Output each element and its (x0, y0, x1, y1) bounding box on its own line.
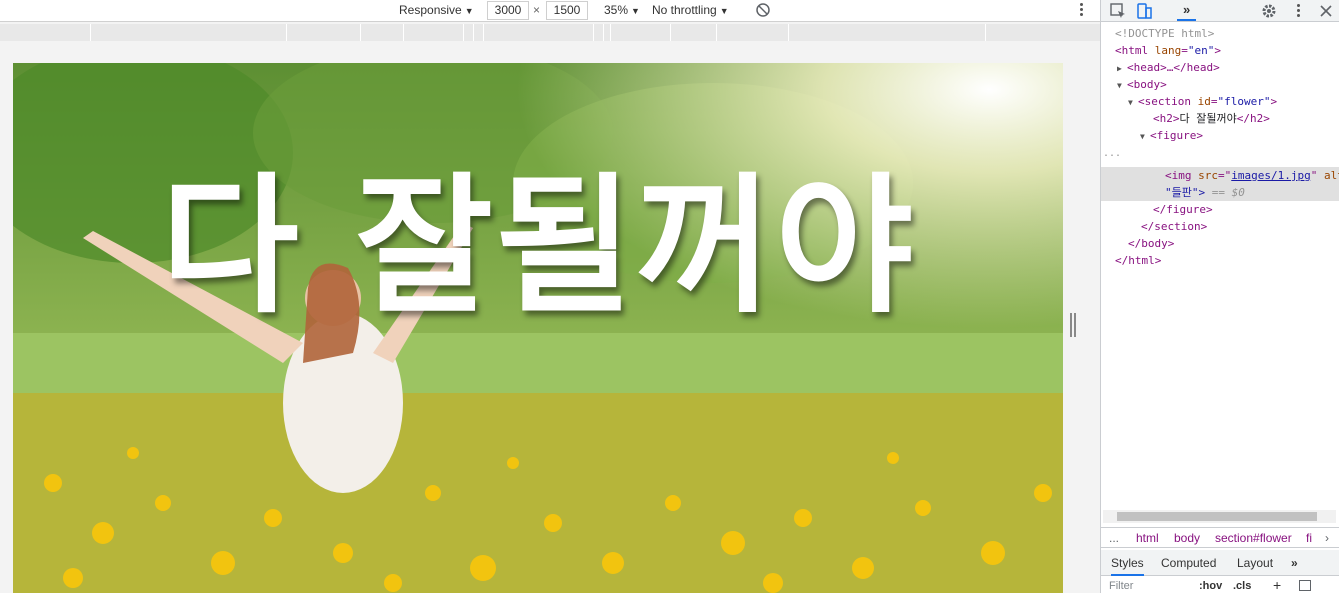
viewport-resize-handle[interactable] (1070, 313, 1076, 337)
body-node[interactable]: ▼ <body> (1117, 76, 1167, 93)
collapse-triangle-icon[interactable]: ▼ (1140, 128, 1150, 145)
add-style-rule-button[interactable]: + (1273, 577, 1281, 593)
html-close-node[interactable]: </html> (1115, 252, 1161, 269)
zoom-label: 35% (604, 3, 629, 17)
h2-open-tag: <h2> (1153, 112, 1180, 125)
media-query-bar[interactable] (0, 24, 1100, 41)
tab-styles[interactable]: Styles (1111, 556, 1144, 576)
img-tag-name: img (1171, 169, 1192, 182)
close-icon[interactable] (1317, 2, 1335, 20)
height-input[interactable]: 1500 (546, 1, 588, 20)
caret-down-icon: ▼ (631, 6, 640, 16)
breadcrumb-figure[interactable]: fi (1306, 531, 1312, 545)
h2-close-tag: </h2> (1236, 112, 1270, 125)
device-select[interactable]: Responsive ▼ (399, 3, 474, 17)
h2-node[interactable]: <h2>다 잘될꺼야</h2> (1153, 110, 1270, 127)
img-node[interactable]: <img src="images/1.jpg" alt (1165, 167, 1339, 184)
img-node-continued[interactable]: "들판"> == $0 (1165, 184, 1245, 201)
caret-down-icon: ▼ (464, 6, 474, 16)
img-src-link[interactable]: images/1.jpg (1231, 169, 1310, 182)
collapse-triangle-icon[interactable]: ▼ (1117, 77, 1127, 94)
device-viewport-area: Responsive ▼ 3000 × 1500 35% ▼ No throttli… (0, 0, 1100, 593)
toggle-element-state-icon[interactable] (1299, 580, 1311, 591)
throttling-label: No throttling (652, 3, 717, 17)
html-lang-attr: lang (1154, 44, 1182, 57)
html-node[interactable]: <html lang="en"> (1115, 42, 1221, 59)
styles-pane-tabs: Styles Computed Layout » (1101, 550, 1339, 576)
img-src-attr: src (1198, 169, 1218, 182)
html-lang-value: "en" (1187, 44, 1215, 57)
h2-text: 다 잘될꺼야 (1179, 112, 1237, 125)
filter-input[interactable]: Filter (1109, 580, 1133, 592)
figure-close-node[interactable]: </figure> (1153, 201, 1213, 218)
horizontal-scrollbar[interactable] (1103, 510, 1336, 523)
tab-layout[interactable]: Layout (1237, 556, 1273, 570)
inspect-element-icon[interactable] (1109, 2, 1127, 20)
breadcrumb-overflow[interactable]: ... (1109, 531, 1119, 545)
breadcrumb-scroll-right-icon[interactable]: › (1325, 531, 1329, 545)
breadcrumb-body[interactable]: body (1174, 531, 1200, 545)
caret-down-icon: ▼ (719, 6, 729, 16)
head-tag: <head>…</head> (1127, 61, 1220, 74)
rotate-icon[interactable] (755, 2, 771, 18)
body-tag: <body> (1127, 78, 1167, 91)
tab-computed[interactable]: Computed (1161, 556, 1216, 570)
section-close-tag: </section> (1141, 220, 1208, 233)
collapse-triangle-icon[interactable]: ▼ (1128, 94, 1138, 111)
zoom-select[interactable]: 35% ▼ (604, 3, 640, 17)
devtools-tab-bar: » (1101, 0, 1339, 22)
emulated-page: 다 잘될꺼야 (13, 63, 1063, 593)
styles-filter-row: Filter :hov .cls + (1101, 577, 1339, 593)
figure-open-tag: <figure> (1150, 129, 1203, 142)
img-alt-value: 들판"> (1171, 186, 1206, 199)
section-close-node[interactable]: </section> (1141, 218, 1207, 235)
cls-toggle[interactable]: .cls (1233, 580, 1251, 592)
more-tabs-button[interactable]: » (1177, 0, 1197, 21)
selected-node-marker: == $0 (1211, 186, 1245, 199)
img-alt-attr: alt (1323, 169, 1339, 182)
figure-node[interactable]: ▼ <figure> (1140, 127, 1203, 144)
breadcrumb-html[interactable]: html (1136, 531, 1159, 545)
breadcrumb: ... html body section#flower fi › (1101, 527, 1339, 548)
figure-close-tag: </figure> (1153, 203, 1213, 216)
html-close-tag: </html> (1115, 254, 1162, 267)
expand-triangle-icon[interactable]: ▶ (1117, 60, 1127, 77)
doctype-node[interactable]: <!DOCTYPE html> (1115, 25, 1214, 42)
device-toolbar: Responsive ▼ 3000 × 1500 35% ▼ No throttli… (0, 0, 1100, 22)
more-options-icon[interactable] (1078, 3, 1084, 19)
throttling-select[interactable]: No throttling ▼ (652, 3, 729, 17)
section-tag-name: section (1144, 95, 1191, 108)
head-node[interactable]: ▶ <head>…</head> (1117, 59, 1220, 76)
html-tag-name: html (1121, 44, 1149, 57)
more-panes-button[interactable]: » (1291, 556, 1298, 570)
dimension-separator: × (533, 3, 541, 17)
dom-tree: ... <!DOCTYPE html> <html lang="en"> ▶ <h… (1101, 23, 1339, 513)
node-actions-dots[interactable]: ... (1103, 145, 1121, 162)
body-close-node[interactable]: </body> (1128, 235, 1174, 252)
devtools-panel: » ... <!DOCTYPE html> <html lang="en"> ▶… (1100, 0, 1339, 593)
scrollbar-thumb[interactable] (1117, 512, 1317, 521)
width-input[interactable]: 3000 (487, 1, 529, 20)
hov-toggle[interactable]: :hov (1199, 580, 1222, 592)
device-toolbar-toggle-icon[interactable] (1135, 2, 1153, 20)
gear-icon[interactable] (1260, 2, 1278, 20)
section-id-value: "flower" (1217, 95, 1271, 108)
kebab-menu-icon[interactable] (1295, 4, 1301, 22)
section-id-attr: id (1197, 95, 1211, 108)
page-heading: 다 잘될꺼야 (160, 158, 916, 334)
body-close-tag: </body> (1128, 237, 1175, 250)
breadcrumb-section-flower[interactable]: section#flower (1215, 531, 1292, 545)
device-select-label: Responsive (399, 3, 462, 17)
section-node[interactable]: ▼ <section id="flower"> (1128, 93, 1277, 110)
